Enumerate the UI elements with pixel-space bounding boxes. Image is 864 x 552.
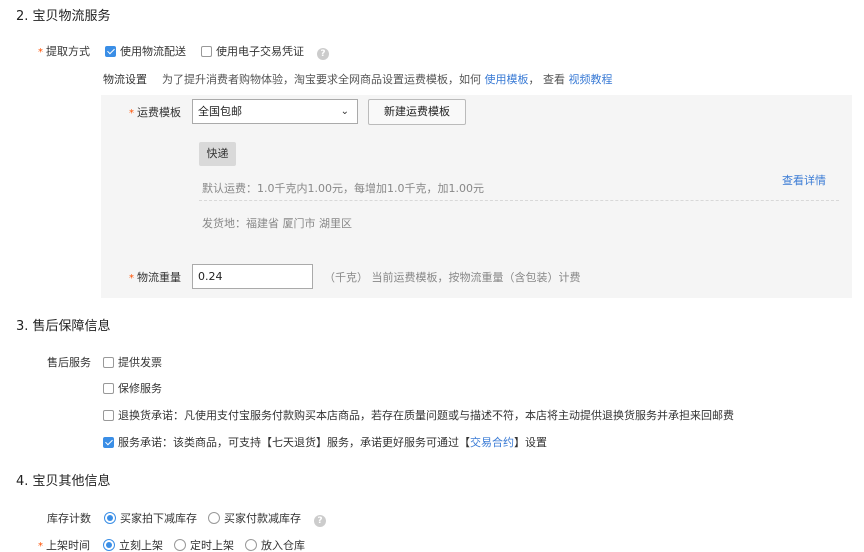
video-tutorial-link[interactable]: 视频教程 xyxy=(569,73,613,86)
new-template-button[interactable]: 新建运费模板 xyxy=(368,99,466,125)
option-invoice[interactable]: 提供发票 xyxy=(103,354,162,370)
radio-icon[interactable] xyxy=(174,539,186,551)
weight-label-wrap: * 物流重量 xyxy=(129,269,181,285)
section-3-title: 3. 售后保障信息 xyxy=(16,319,111,334)
stock-option-payment[interactable]: 买家付款减库存 xyxy=(208,512,301,525)
radio-selected-icon[interactable] xyxy=(104,512,116,524)
stock-row: 库存计数 买家拍下减库存 买家付款减库存 ? xyxy=(47,510,326,527)
checkbox-checked-icon[interactable] xyxy=(105,46,116,57)
stock-option-order[interactable]: 买家拍下减库存 xyxy=(104,512,197,525)
required-mark: * xyxy=(129,108,134,119)
radio-selected-icon[interactable] xyxy=(103,539,115,551)
required-mark: * xyxy=(38,541,43,552)
section-2-title: 2. 宝贝物流服务 xyxy=(16,9,111,24)
listing-option-scheduled[interactable]: 定时上架 xyxy=(174,539,234,552)
stock-label: 库存计数 xyxy=(47,512,91,525)
checkbox-icon[interactable] xyxy=(103,410,114,421)
pickup-option-evoucher[interactable]: 使用电子交易凭证 xyxy=(201,45,304,58)
checkbox-checked-icon[interactable] xyxy=(103,437,114,448)
listing-option-warehouse[interactable]: 放入仓库 xyxy=(245,539,305,552)
section-4-title: 4. 宝贝其他信息 xyxy=(16,474,111,489)
divider xyxy=(199,200,839,201)
pickup-option-logistics[interactable]: 使用物流配送 xyxy=(105,45,186,58)
logistics-text: 为了提升消费者购物体验，淘宝要求全网商品设置运费模板，如何 xyxy=(162,73,481,86)
view-details-link[interactable]: 查看详情 xyxy=(782,172,826,188)
logistics-label: 物流设置 xyxy=(103,73,147,86)
listing-label: 上架时间 xyxy=(46,539,90,552)
checkbox-icon[interactable] xyxy=(103,383,114,394)
option-service-promise[interactable]: 服务承诺：该类商品，可支持【七天退货】服务，承诺更好服务可通过【交易合约】设置 xyxy=(103,434,547,450)
listing-option-now[interactable]: 立刻上架 xyxy=(103,539,163,552)
shipping-template-select[interactable]: 全国包邮 ⌄ xyxy=(192,99,358,124)
express-tag: 快递 xyxy=(199,142,236,166)
weight-input[interactable]: 0.24 xyxy=(192,264,313,289)
logistics-setting-row: 物流设置 为了提升消费者购物体验，淘宝要求全网商品设置运费模板，如何 使用模板，… xyxy=(103,71,613,87)
template-label-wrap: * 运费模板 xyxy=(129,104,181,120)
radio-icon[interactable] xyxy=(245,539,257,551)
checkbox-icon[interactable] xyxy=(201,46,212,57)
after-sales-label: 售后服务 xyxy=(47,356,91,369)
help-icon[interactable]: ? xyxy=(314,515,326,527)
ship-from-text: 发货地：福建省 厦门市 湖里区 xyxy=(202,217,352,230)
default-fee-text: 默认运费：1.0千克内1.00元，每增加1.0千克，加1.00元 xyxy=(202,182,484,195)
weight-hint: （千克） 当前运费模板，按物流重量（含包装）计费 xyxy=(324,271,581,284)
trade-contract-link[interactable]: 交易合约 xyxy=(470,436,514,449)
shipping-template-value: 全国包邮 xyxy=(198,105,242,118)
logistics-sep: ， 查看 xyxy=(528,73,566,86)
use-template-link[interactable]: 使用模板 xyxy=(485,73,529,86)
checkbox-icon[interactable] xyxy=(103,357,114,368)
weight-label: 物流重量 xyxy=(137,271,181,284)
pickup-row: * 提取方式 使用物流配送 使用电子交易凭证 ? xyxy=(38,43,329,60)
option-warranty[interactable]: 保修服务 xyxy=(103,380,162,396)
template-label: 运费模板 xyxy=(137,106,181,119)
required-mark: * xyxy=(129,273,134,284)
listing-row: * 上架时间 立刻上架 定时上架 放入仓库 xyxy=(38,537,305,552)
chevron-down-icon: ⌄ xyxy=(340,106,349,117)
required-mark: * xyxy=(38,47,43,58)
option-return-promise[interactable]: 退换货承诺：凡使用支付宝服务付款购买本店商品，若存在质量问题或与描述不符，本店将… xyxy=(103,407,734,423)
radio-icon[interactable] xyxy=(208,512,220,524)
pickup-label: 提取方式 xyxy=(46,45,90,58)
help-icon[interactable]: ? xyxy=(317,48,329,60)
